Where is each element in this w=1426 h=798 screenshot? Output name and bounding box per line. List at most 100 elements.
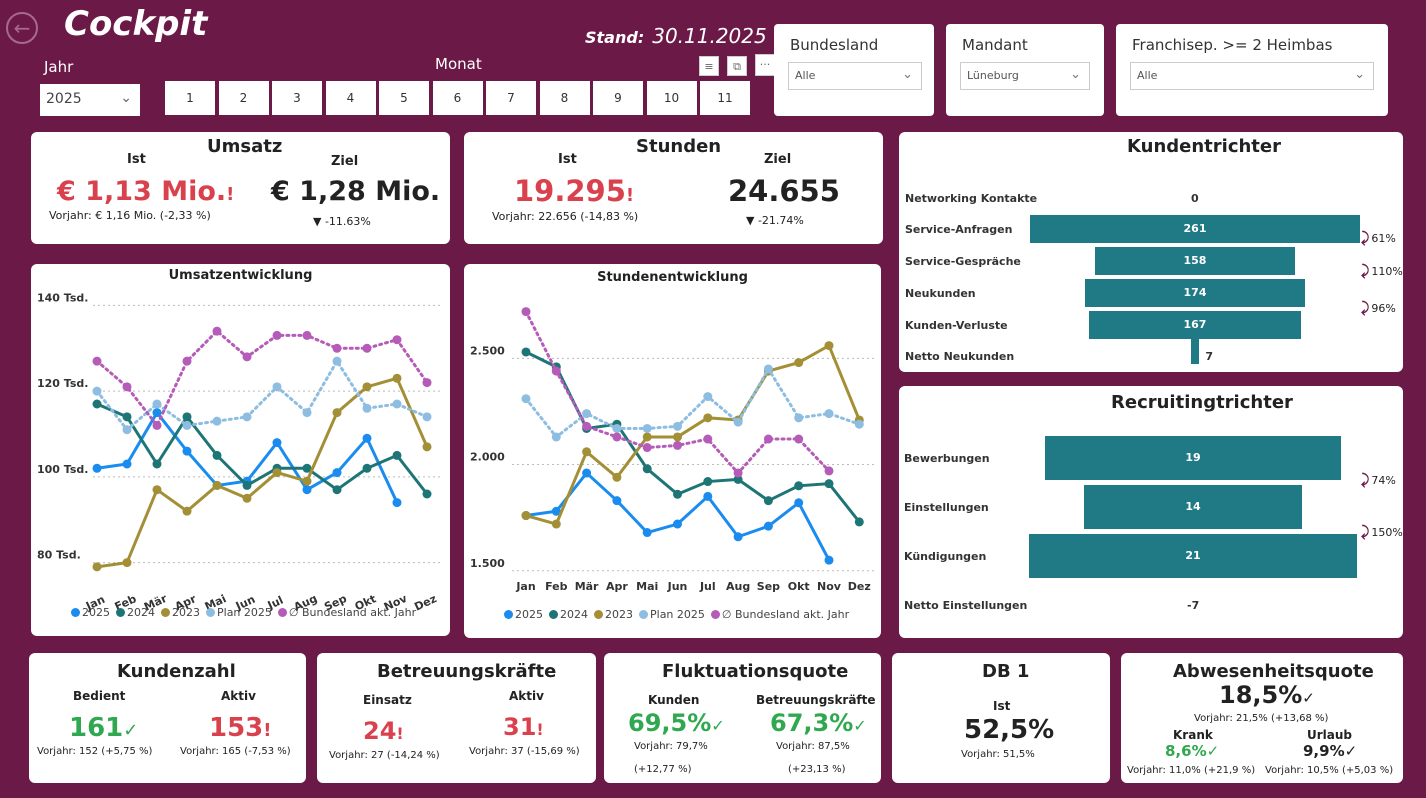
month-button-8[interactable]: 8 [539, 81, 590, 115]
recruitingtrichter-bar[interactable]: 21 [1029, 534, 1357, 578]
data-point[interactable] [612, 432, 622, 442]
data-point[interactable] [212, 450, 222, 460]
data-point[interactable] [794, 481, 804, 491]
data-point[interactable] [392, 373, 402, 383]
data-point[interactable] [392, 450, 402, 460]
data-point[interactable] [763, 521, 773, 531]
data-point[interactable] [182, 506, 192, 516]
data-point[interactable] [642, 443, 652, 453]
recruitingtrichter-bar[interactable]: 19 [1044, 436, 1342, 480]
data-point[interactable] [521, 307, 531, 317]
month-button-9[interactable]: 9 [593, 81, 643, 115]
data-point[interactable] [272, 468, 282, 478]
data-point[interactable] [332, 468, 342, 478]
data-point[interactable] [733, 468, 743, 478]
month-button-1[interactable]: 1 [165, 81, 215, 115]
data-point[interactable] [272, 330, 282, 340]
data-point[interactable] [152, 399, 162, 409]
data-point[interactable] [854, 517, 864, 527]
data-point[interactable] [642, 464, 652, 474]
data-point[interactable] [521, 511, 531, 521]
data-point[interactable] [212, 416, 222, 426]
data-point[interactable] [794, 358, 804, 368]
data-point[interactable] [673, 489, 682, 499]
data-point[interactable] [332, 485, 342, 495]
data-point[interactable] [642, 528, 652, 538]
jahr-dropdown[interactable]: 2025 ⌄ [40, 84, 140, 116]
month-button-5[interactable]: 5 [379, 81, 429, 115]
data-point[interactable] [703, 477, 713, 487]
data-point[interactable] [521, 394, 531, 404]
kundentrichter-bar[interactable]: 261 [1030, 215, 1360, 243]
data-point[interactable] [392, 335, 402, 345]
data-point[interactable] [182, 356, 192, 366]
data-point[interactable] [122, 459, 132, 469]
data-point[interactable] [521, 347, 531, 357]
data-point[interactable] [612, 423, 622, 433]
filter-icon[interactable]: ≡ [699, 56, 719, 76]
data-point[interactable] [733, 417, 743, 427]
data-point[interactable] [582, 447, 592, 457]
bundesland-dropdown[interactable]: Alle ⌄ [788, 62, 922, 90]
data-point[interactable] [551, 366, 561, 376]
data-point[interactable] [302, 485, 312, 495]
data-point[interactable] [152, 420, 162, 430]
data-point[interactable] [92, 562, 102, 572]
data-point[interactable] [242, 480, 252, 490]
data-point[interactable] [642, 432, 652, 442]
data-point[interactable] [92, 399, 102, 409]
data-point[interactable] [642, 423, 652, 433]
data-point[interactable] [794, 413, 804, 423]
data-point[interactable] [92, 356, 102, 366]
data-point[interactable] [362, 403, 372, 413]
recruitingtrichter-bar[interactable]: 14 [1083, 485, 1303, 529]
focus-mode-icon[interactable]: ⧉ [727, 56, 747, 76]
data-point[interactable] [703, 392, 713, 402]
data-point[interactable] [362, 382, 372, 392]
data-point[interactable] [182, 412, 192, 422]
data-point[interactable] [824, 555, 834, 565]
data-point[interactable] [242, 352, 252, 362]
data-point[interactable] [332, 343, 342, 353]
data-point[interactable] [703, 413, 713, 423]
data-point[interactable] [422, 442, 432, 452]
data-point[interactable] [302, 330, 312, 340]
data-point[interactable] [392, 399, 402, 409]
data-point[interactable] [242, 412, 252, 422]
data-point[interactable] [272, 382, 282, 392]
data-point[interactable] [302, 476, 312, 486]
data-point[interactable] [794, 498, 804, 508]
data-point[interactable] [152, 459, 162, 469]
data-point[interactable] [392, 498, 402, 508]
data-point[interactable] [182, 446, 192, 456]
data-point[interactable] [763, 434, 773, 444]
data-point[interactable] [92, 463, 102, 473]
data-point[interactable] [332, 356, 342, 366]
data-point[interactable] [794, 434, 804, 444]
data-point[interactable] [242, 493, 252, 503]
data-point[interactable] [362, 463, 372, 473]
data-point[interactable] [673, 440, 682, 450]
kundentrichter-bar[interactable]: 158 [1095, 247, 1295, 275]
data-point[interactable] [673, 421, 682, 431]
data-point[interactable] [122, 412, 132, 422]
month-button-2[interactable]: 2 [218, 81, 269, 115]
data-point[interactable] [332, 408, 342, 418]
data-point[interactable] [824, 479, 834, 489]
data-point[interactable] [703, 491, 713, 501]
month-button-4[interactable]: 4 [325, 81, 376, 115]
data-point[interactable] [703, 434, 713, 444]
data-point[interactable] [582, 468, 592, 478]
month-button-10[interactable]: 10 [646, 81, 697, 115]
data-point[interactable] [362, 433, 372, 443]
data-point[interactable] [612, 496, 622, 506]
month-button-7[interactable]: 7 [486, 81, 536, 115]
data-point[interactable] [212, 326, 222, 336]
kundentrichter-bar[interactable] [1190, 336, 1200, 364]
month-button-6[interactable]: 6 [432, 81, 483, 115]
data-point[interactable] [733, 532, 743, 542]
data-point[interactable] [122, 382, 132, 392]
mandant-dropdown[interactable]: Lüneburg ⌄ [960, 62, 1090, 90]
data-point[interactable] [612, 472, 622, 482]
data-point[interactable] [673, 519, 682, 529]
